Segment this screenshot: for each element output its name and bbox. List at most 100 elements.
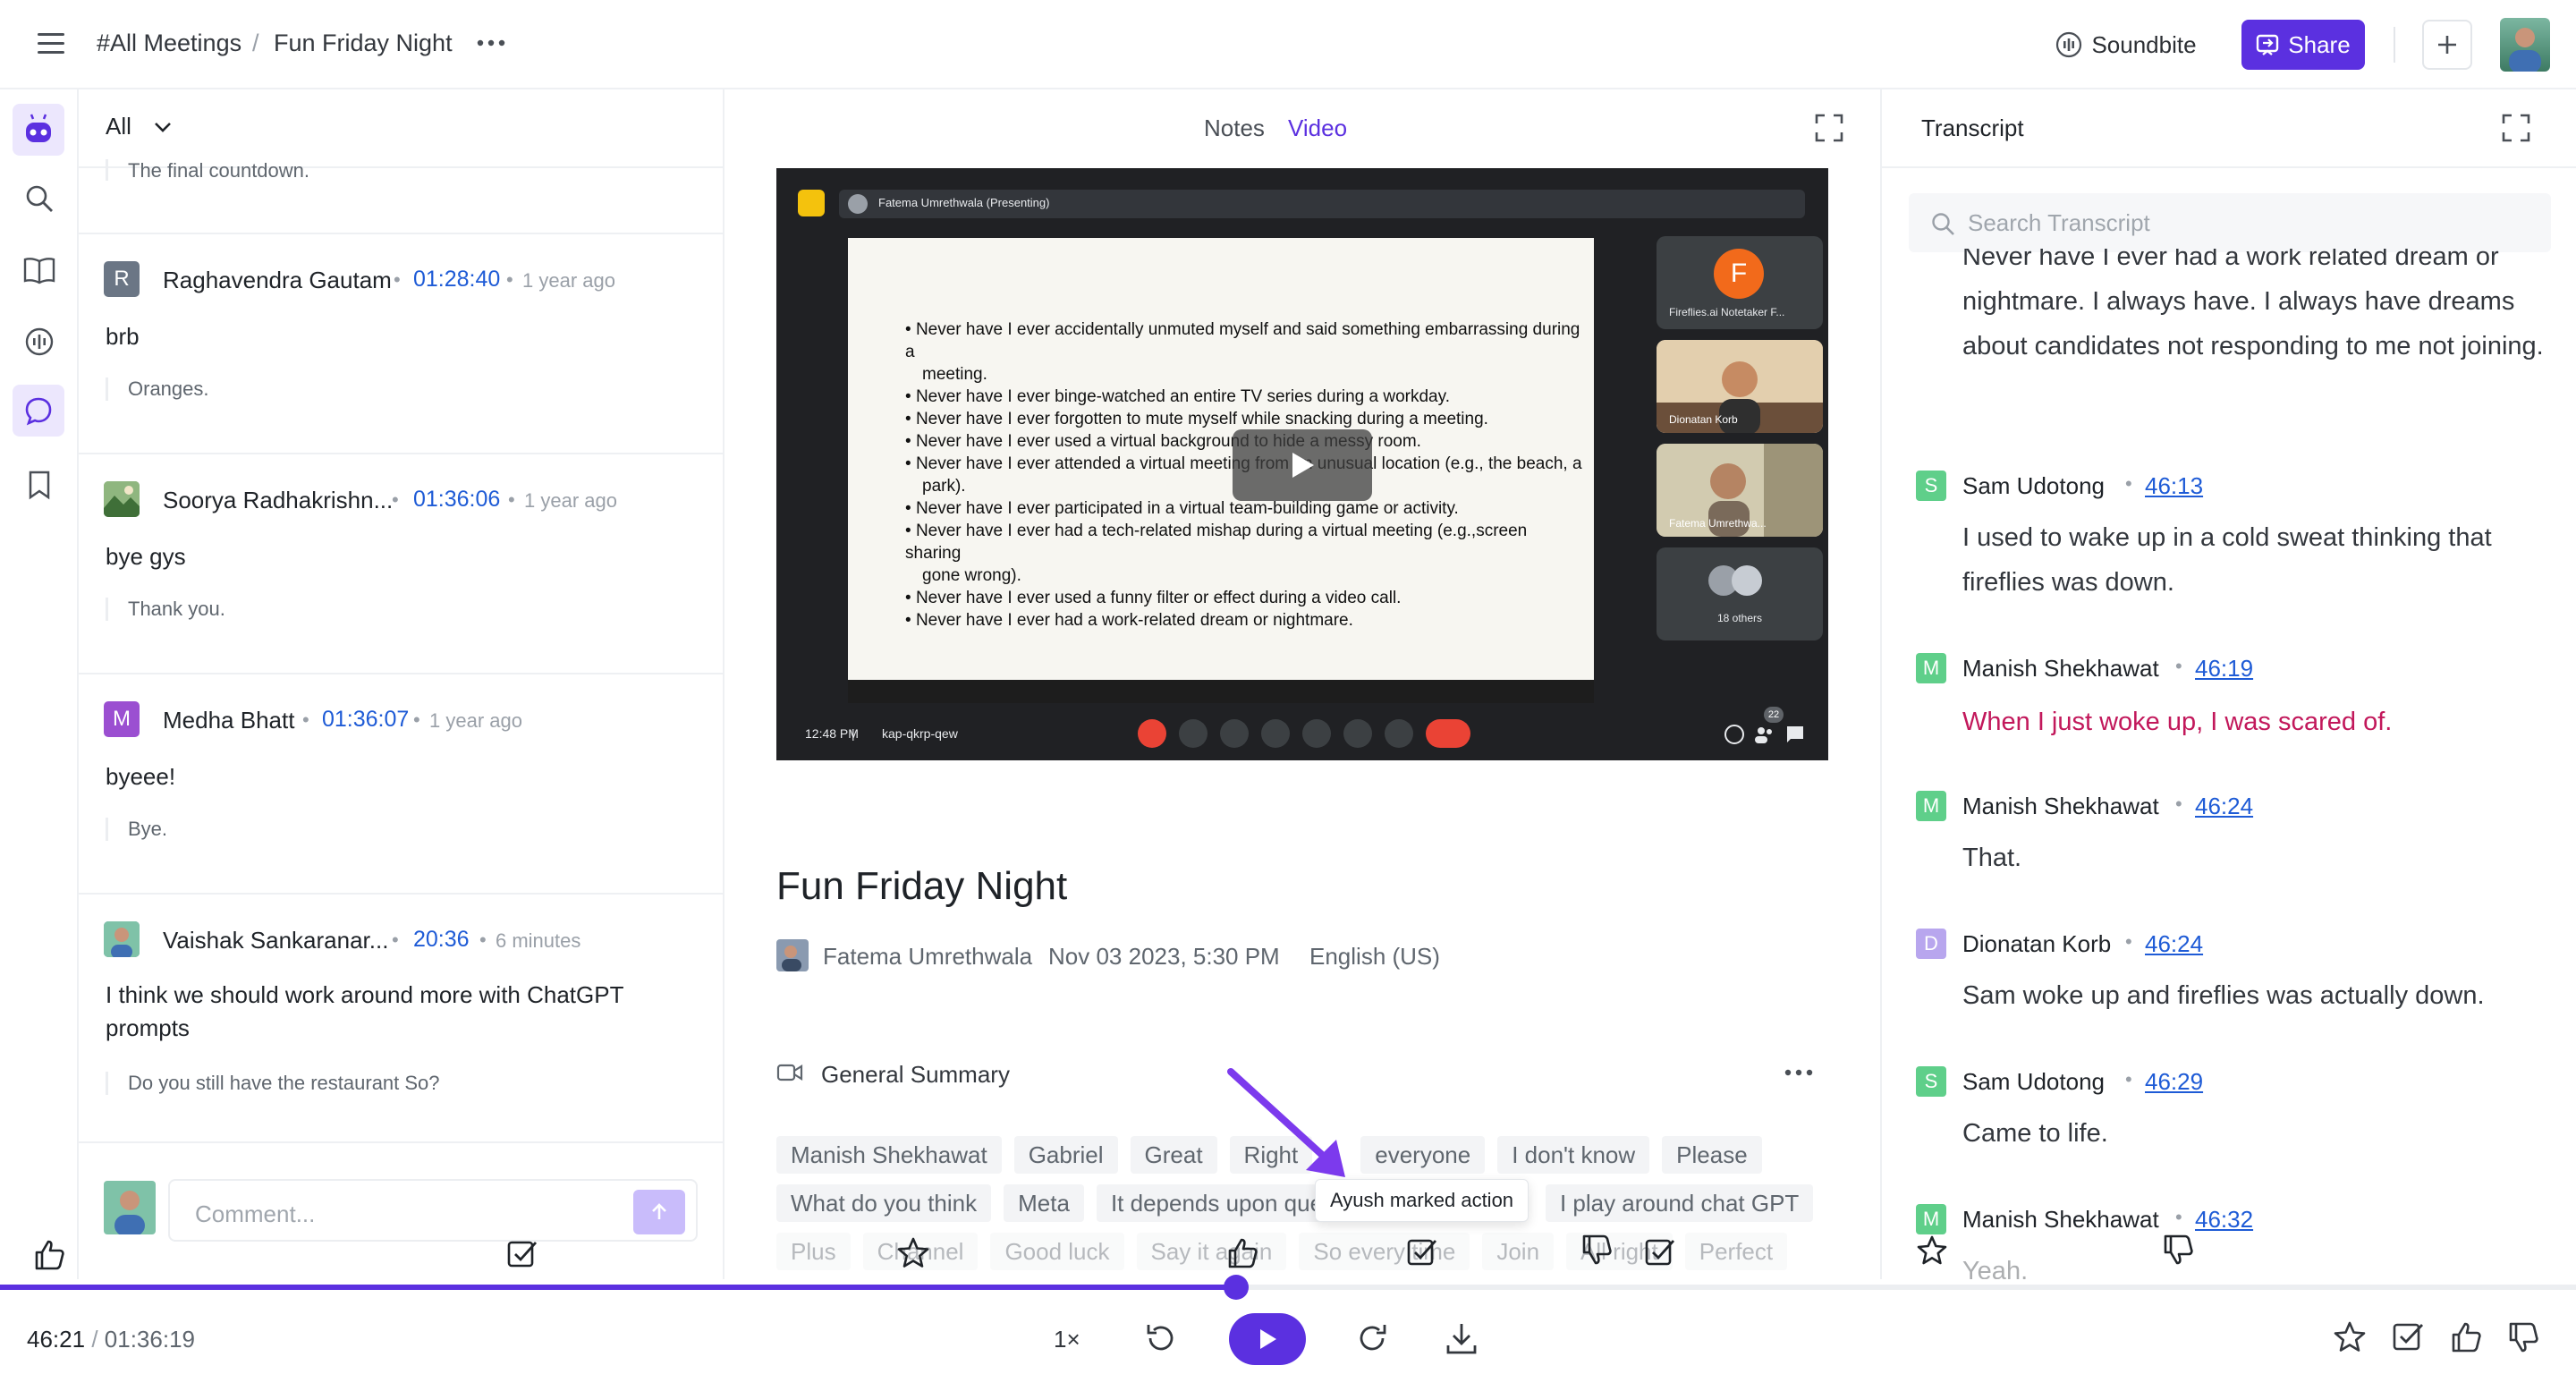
transcript-lead-text: Never have I ever had a work related dre… (1962, 249, 2544, 360)
playback-speed-button[interactable]: 1× (1054, 1326, 1080, 1353)
summary-more-icon[interactable] (1784, 1066, 1814, 1079)
keyword-chip[interactable]: Good luck (990, 1233, 1124, 1270)
keyword-chip[interactable]: Meta (1004, 1184, 1084, 1222)
download-icon[interactable] (1444, 1320, 1479, 1356)
transcript-search-input[interactable]: Search Transcript (1909, 193, 2551, 252)
transcript-timestamp[interactable]: 46:19 (2195, 655, 2253, 683)
participant-tile: Dionatan Korb (1657, 340, 1823, 433)
comment-filter-dropdown[interactable]: All (106, 113, 173, 140)
info-icon[interactable] (1724, 725, 1744, 744)
add-button[interactable] (2422, 20, 2472, 70)
mic-off-icon[interactable] (1138, 719, 1166, 748)
transcript-timestamp[interactable]: 46:24 (2145, 930, 2203, 958)
transcript-timestamp[interactable]: 46:24 (2195, 793, 2253, 820)
transcript-fullscreen-icon[interactable] (2501, 113, 2531, 143)
transcript-timestamp[interactable]: 46:29 (2145, 1068, 2203, 1096)
comment-item: R Raghavendra Gautam • 01:28:40 • 1 year… (79, 233, 723, 453)
forward-icon[interactable] (1354, 1320, 1390, 1356)
task-check-icon[interactable] (506, 1238, 538, 1270)
keyword-chip[interactable]: Plus (776, 1233, 851, 1270)
thumbs-down-icon[interactable] (2506, 1320, 2540, 1354)
hamburger-menu-icon[interactable] (36, 30, 66, 57)
keyword-chip[interactable]: What do you think (776, 1184, 992, 1222)
share-button[interactable]: Share (2241, 20, 2365, 70)
user-avatar[interactable] (2500, 18, 2550, 72)
tab-video[interactable]: Video (1288, 115, 1347, 142)
meeting-date: Nov 03 2023, 5:30 PM (1048, 943, 1280, 970)
bookmark-icon[interactable] (20, 465, 59, 505)
search-icon[interactable] (20, 179, 59, 218)
keyword-chip[interactable]: Say it again (1136, 1233, 1287, 1270)
video-separator: | (852, 726, 855, 741)
rewind-icon[interactable] (1143, 1320, 1179, 1356)
thumbs-down-icon[interactable] (1580, 1233, 1614, 1267)
keyword-chip[interactable]: Please (1662, 1136, 1762, 1174)
meta-dot: • (2125, 1068, 2132, 1090)
soundwave-icon[interactable] (20, 322, 59, 361)
comment-timestamp[interactable]: 01:28:40 (413, 267, 500, 293)
keyword-chip[interactable]: Join (1482, 1233, 1555, 1270)
transcript-timestamp[interactable]: 46:32 (2195, 1206, 2253, 1234)
people-icon[interactable] (1753, 725, 1775, 744)
thumbs-up-icon[interactable] (32, 1238, 66, 1272)
camera-icon[interactable] (1179, 719, 1208, 748)
commenter-avatar (104, 481, 140, 517)
meeting-code: kap-qkrp-qew (882, 726, 958, 741)
soundbite-button[interactable]: Soundbite (2041, 20, 2211, 70)
task-check-icon[interactable] (1406, 1236, 1438, 1268)
raise-hand-icon[interactable] (1343, 719, 1372, 748)
assistant-bot-icon[interactable] (13, 104, 64, 156)
keyword-chip[interactable]: It depends upon que (1096, 1184, 1322, 1222)
captions-icon[interactable] (1220, 719, 1249, 748)
comment-quote: Do you still have the restaurant So? (106, 1072, 440, 1095)
comment-timestamp[interactable]: 01:36:06 (413, 487, 500, 513)
star-icon[interactable] (1916, 1234, 1948, 1267)
presenter-label: Fatema Umrethwala (Presenting) (878, 196, 1050, 209)
keyword-chip[interactable]: Gabriel (1013, 1136, 1118, 1174)
keyword-chip[interactable]: everyone (1360, 1136, 1486, 1174)
keyword-chip[interactable]: Great (1130, 1136, 1217, 1174)
fullscreen-icon[interactable] (1814, 113, 1844, 143)
star-icon[interactable] (2333, 1320, 2367, 1354)
video-player[interactable]: Fatema Umrethwala (Presenting) • Never h… (776, 168, 1828, 760)
end-call-icon[interactable] (1426, 719, 1470, 748)
arrow-up-icon (648, 1201, 670, 1223)
present-icon[interactable] (1302, 719, 1331, 748)
chat-icon[interactable] (1785, 725, 1805, 744)
comment-quote: Oranges. (106, 377, 209, 401)
send-comment-button[interactable] (633, 1190, 685, 1234)
thumbs-up-icon[interactable] (2449, 1320, 2483, 1354)
breadcrumb-all-meetings[interactable]: #All Meetings (97, 30, 242, 57)
keyword-chip[interactable]: I play around chat GPT (1545, 1184, 1814, 1222)
book-icon[interactable] (20, 250, 59, 290)
left-rail (0, 89, 79, 1279)
more-vert-icon[interactable] (1385, 719, 1413, 748)
transcript-timestamp[interactable]: 46:13 (2145, 472, 2203, 500)
comment-input[interactable]: Comment... (168, 1179, 698, 1242)
keyword-chip[interactable]: So every time (1299, 1233, 1470, 1270)
thumbs-up-icon[interactable] (1225, 1236, 1259, 1270)
comment-timestamp[interactable]: 20:36 (413, 927, 470, 953)
tab-notes[interactable]: Notes (1204, 115, 1265, 142)
task-check-icon[interactable] (1644, 1236, 1676, 1268)
comment-timestamp[interactable]: 01:36:07 (322, 707, 409, 733)
slide-line: Never have I ever binge-watched an entir… (915, 387, 1450, 406)
soundbite-label: Soundbite (2091, 30, 2197, 58)
comment-quote: Thank you. (106, 598, 225, 621)
video-clock: 12:48 PM (805, 726, 859, 741)
keyword-chip[interactable]: Perfect (1684, 1233, 1788, 1270)
star-icon[interactable] (896, 1236, 930, 1270)
play-overlay-button[interactable] (1233, 429, 1372, 501)
comment-age: 1 year ago (522, 269, 615, 292)
play-icon (1257, 1327, 1278, 1351)
thumbs-down-icon[interactable] (2161, 1233, 2195, 1267)
meta-dot: • (413, 708, 420, 731)
keyword-chip[interactable]: I don't know (1497, 1136, 1650, 1174)
current-time: 46:21 (27, 1326, 86, 1353)
play-button[interactable] (1229, 1313, 1306, 1365)
task-check-icon[interactable] (2392, 1320, 2426, 1354)
comments-icon[interactable] (13, 385, 64, 437)
more-options-icon[interactable] (476, 32, 506, 54)
emoji-icon[interactable] (1261, 719, 1290, 748)
keyword-chip[interactable]: Manish Shekhawat (776, 1136, 1002, 1174)
